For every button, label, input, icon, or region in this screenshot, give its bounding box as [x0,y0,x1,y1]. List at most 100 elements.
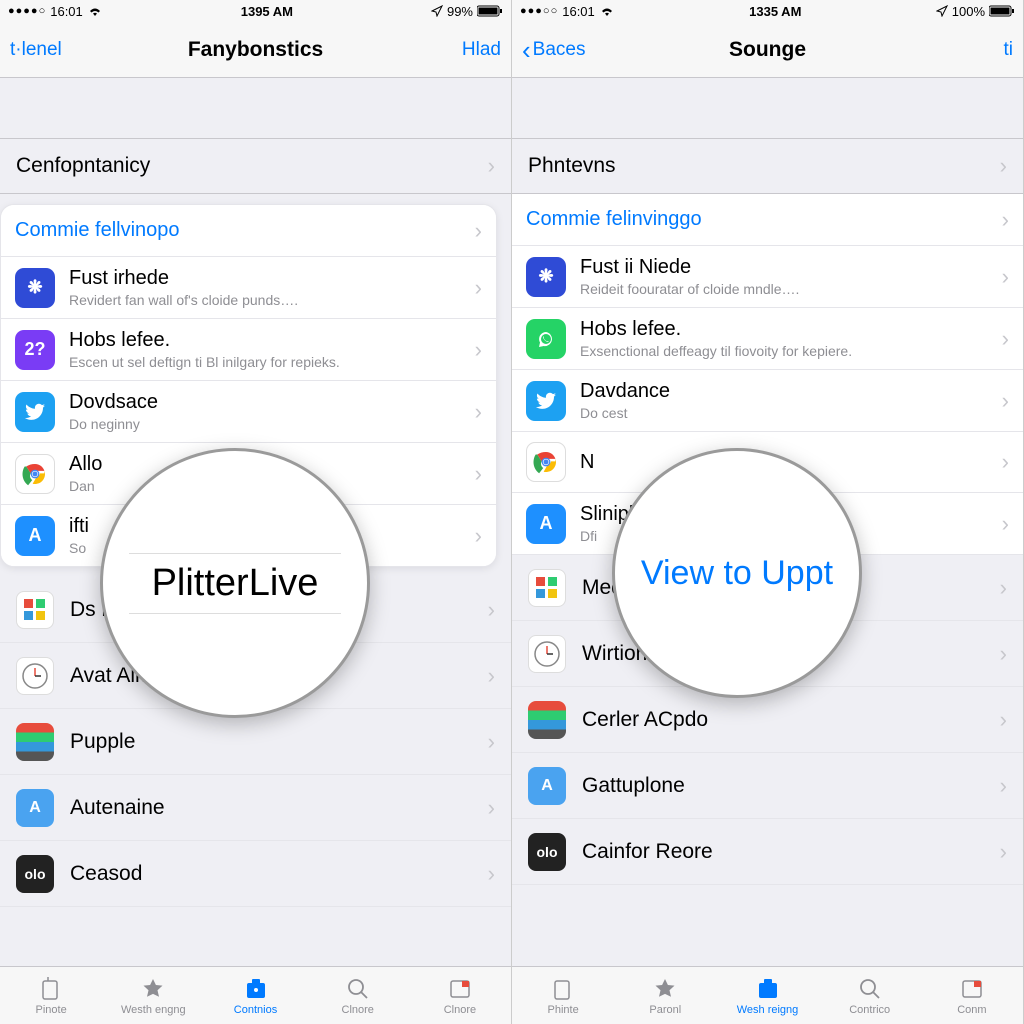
chevron-right-icon: › [1002,449,1009,475]
chevron-right-icon: › [1002,388,1009,414]
list-item[interactable]: olo Ceasod › [0,841,511,907]
tab-icon [447,976,473,1002]
list-item[interactable]: A Gattuplone › [512,753,1023,819]
chevron-right-icon: › [488,663,495,689]
carrier-label: 16:01 [562,4,595,19]
tab-bar: Pinote Westh engng Contnios Clnore Clnor… [0,966,511,1024]
section-header[interactable]: Phntevns › [512,138,1023,194]
app-icon: olo [16,855,54,893]
chevron-right-icon: › [488,861,495,887]
signal-dots: ●●●○○ [520,5,558,17]
app-icon: A [528,767,566,805]
battery-percent: 99% [447,4,473,19]
whatsapp-icon [526,319,566,359]
app-icon: A [16,789,54,827]
search-icon [857,976,883,1002]
chrome-icon [15,454,55,494]
nav-bar: ‹ Baces Sounge ti [512,22,1023,78]
chevron-right-icon: › [488,795,495,821]
clock-label: 1335 AM [749,4,801,19]
clock-icon [16,657,54,695]
list-item[interactable]: Cerler ACpdo › [512,687,1023,753]
chevron-right-icon: › [1000,575,1007,601]
chevron-right-icon: › [1000,641,1007,667]
chevron-right-icon: › [1002,264,1009,290]
magnifier-callout: PlitterLive [100,448,370,718]
nav-bar: t·lenel Fanybonstics Hlad [0,22,511,78]
chevron-right-icon: › [488,729,495,755]
chevron-right-icon: › [475,523,482,549]
appstore-icon: A [15,516,55,556]
tab-item[interactable]: Westh engng [102,967,204,1024]
chevron-right-icon: › [488,597,495,623]
tab-item[interactable]: Wesh reigng [716,967,818,1024]
location-icon [431,5,443,17]
app-icon: olo [528,833,566,871]
tab-item[interactable]: Pinote [0,967,102,1024]
list-item[interactable]: Davdance Do cest › [512,370,1023,432]
magnifier-callout: View to Uppt [612,448,862,698]
list-item[interactable]: A Autenaine › [0,775,511,841]
tab-icon [959,976,985,1002]
phone-right: ●●●○○ 16:01 1335 AM 100% ‹ Baces Sounge … [512,0,1024,1024]
list-item[interactable]: ❋ Fust irhede Revidert fan wall of's clo… [1,257,496,319]
status-bar: ●●●●○ 16:01 1395 AM 99% [0,0,511,22]
clock-label: 1395 AM [241,4,293,19]
chevron-right-icon: › [488,153,495,179]
tab-item[interactable]: Contrico [819,967,921,1024]
list-item[interactable]: ❋ Fust ii Niede Reideit foouratar of clo… [512,246,1023,308]
app-icon: 2? [15,330,55,370]
list-item[interactable]: olo Cainfor Reore › [512,819,1023,885]
appstore-icon: A [526,504,566,544]
nav-right-button[interactable]: Hlad [421,39,501,61]
section-title: Phntevns [528,154,616,178]
chevron-right-icon: › [1000,707,1007,733]
magnifier-text: PlitterLive [152,554,319,613]
chevron-right-icon: › [1002,207,1009,233]
nav-left-button[interactable]: t·lenel [10,39,90,61]
tab-icon [38,976,64,1002]
wifi-icon [87,5,103,17]
app-icon: ❋ [526,257,566,297]
chevron-right-icon: › [1000,773,1007,799]
app-icon [528,569,566,607]
tab-bar: Phinte Paronl Wesh reigng Contrico Conm [512,966,1023,1024]
chevron-right-icon: › [475,275,482,301]
wifi-icon [599,5,615,17]
battery-percent: 100% [952,4,985,19]
clock-icon [528,635,566,673]
tab-item[interactable]: Conm [921,967,1023,1024]
nav-back-button[interactable]: ‹ Baces [522,37,602,63]
signal-dots: ●●●●○ [8,5,46,17]
tab-item[interactable]: Clnore [409,967,511,1024]
chevron-right-icon: › [1000,839,1007,865]
chevron-right-icon: › [475,218,482,244]
card-header-link[interactable]: Commie fellvinopo › [1,205,496,257]
tab-icon [243,976,269,1002]
tab-item[interactable]: Phinte [512,967,614,1024]
star-icon [652,976,678,1002]
tab-item[interactable]: Contnios [204,967,306,1024]
chrome-icon [526,442,566,482]
list-item[interactable]: Hobs lefee. Exsenctional deffeagy til fi… [512,308,1023,370]
tab-item[interactable]: Paronl [614,967,716,1024]
tab-item[interactable]: Clnore [307,967,409,1024]
chevron-left-icon: ‹ [522,37,531,63]
twitter-icon [526,381,566,421]
chevron-right-icon: › [475,461,482,487]
list-item[interactable]: 2? Hobs lefee. Escen ut sel deftign ti B… [1,319,496,381]
location-icon [936,5,948,17]
battery-icon [477,5,503,17]
search-icon [345,976,371,1002]
content-area: Cenfopntanicy › Commie fellvinopo › ❋ Fu… [0,78,511,966]
app-icon [16,723,54,761]
app-icon [16,591,54,629]
card-header-link[interactable]: Commie felinvinggo › [512,194,1023,246]
magnifier-text: View to Uppt [641,546,833,601]
twitter-icon [15,392,55,432]
app-icon: ❋ [15,268,55,308]
nav-right-button[interactable]: ti [933,39,1013,61]
list-item[interactable]: Pupple › [0,709,511,775]
list-item[interactable]: Dovdsace Do neginny › [1,381,496,443]
section-header[interactable]: Cenfopntanicy › [0,138,511,194]
